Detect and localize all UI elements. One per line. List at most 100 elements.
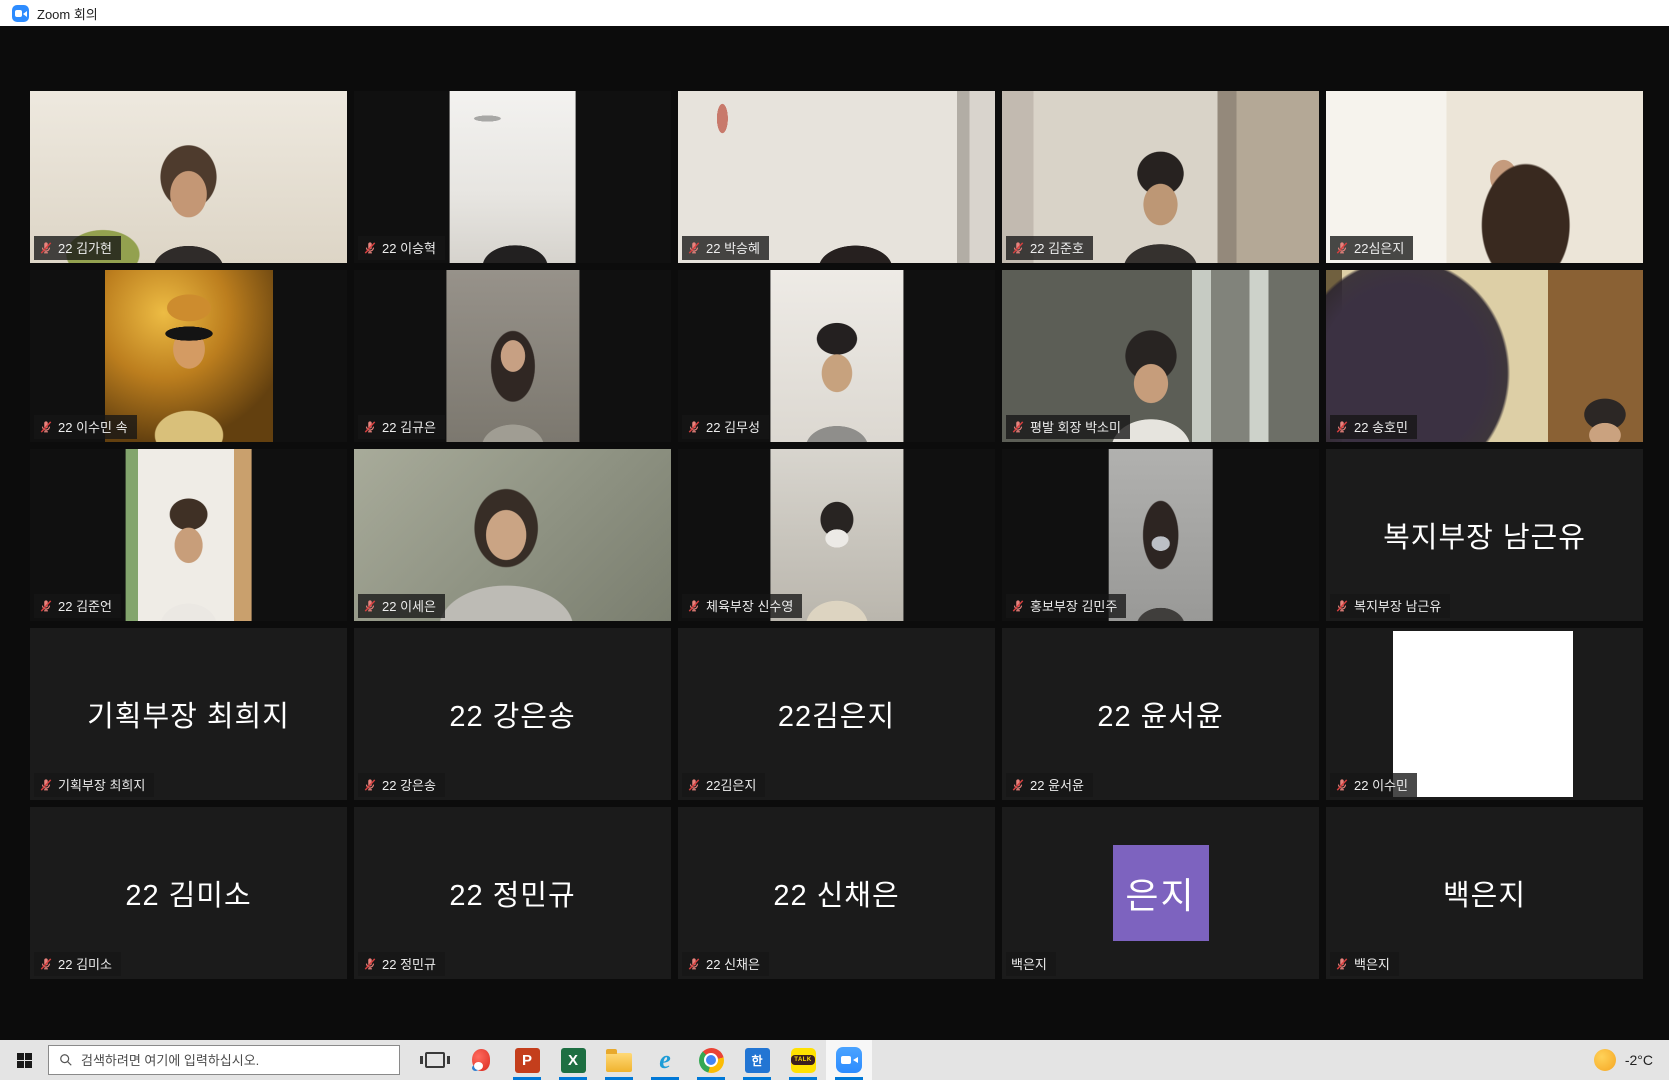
participant-tile[interactable]: 22 김무성	[678, 270, 995, 442]
mic-muted-icon	[687, 420, 701, 434]
participant-name-text: 22 이승혁	[382, 238, 436, 257]
mic-muted-icon	[39, 778, 53, 792]
participant-name-text: 22심은지	[1354, 238, 1404, 257]
participant-tile[interactable]: 체육부장 신수영	[678, 449, 995, 621]
avatar-initials: 은지	[1125, 867, 1195, 919]
participant-name-label: 22 김준호	[1006, 236, 1093, 260]
participant-tile[interactable]: 22 김규은	[354, 270, 671, 442]
participant-name-label: 22 신채은	[682, 952, 769, 976]
mic-muted-icon	[363, 957, 377, 971]
excel-icon: X	[561, 1048, 586, 1073]
taskbar-app-powerpoint[interactable]: P	[504, 1040, 550, 1080]
participant-name-label: 22 정민규	[358, 952, 445, 976]
taskbar-app-excel[interactable]: X	[550, 1040, 596, 1080]
participant-name-text: 22 송호민	[1354, 417, 1408, 436]
participant-tile[interactable]: 22 김준언	[30, 449, 347, 621]
participant-tile[interactable]: 22 정민규 22 정민규	[354, 807, 671, 979]
participant-name-label: 백은지	[1330, 952, 1399, 976]
mic-muted-icon	[1011, 599, 1025, 613]
participant-tile[interactable]: 은지 백은지	[1002, 807, 1319, 979]
taskbar: P X e 한 TALK -2°C	[0, 1040, 1669, 1080]
participant-name-label: 22 송호민	[1330, 415, 1417, 439]
mic-muted-icon	[39, 420, 53, 434]
taskbar-app-internet-explorer[interactable]: e	[642, 1040, 688, 1080]
participant-tile[interactable]: 22 김가현	[30, 91, 347, 263]
participant-tile[interactable]: 22 이세은	[354, 449, 671, 621]
participant-tile[interactable]: 평발 회장 박소미	[1002, 270, 1319, 442]
taskbar-app-file-explorer[interactable]	[596, 1040, 642, 1080]
participant-tile[interactable]: 22 김미소 22 김미소	[30, 807, 347, 979]
participant-tile[interactable]: 22 이수민 속	[30, 270, 347, 442]
participant-video	[125, 449, 252, 621]
participant-name-text: 백은지	[1011, 954, 1047, 973]
participant-name-label: 22 김규은	[358, 415, 445, 439]
participant-tile[interactable]: 22 송호민	[1326, 270, 1643, 442]
participant-tile[interactable]: 22김은지 22김은지	[678, 628, 995, 800]
mic-muted-icon	[1011, 241, 1025, 255]
participant-name-label: 22 이승혁	[358, 236, 445, 260]
participant-tile[interactable]: 22 이승혁	[354, 91, 671, 263]
taskbar-search-input[interactable]	[81, 1053, 389, 1068]
task-view-button[interactable]	[412, 1040, 458, 1080]
alsee-icon	[469, 1048, 493, 1072]
participant-name-text: 22 정민규	[382, 954, 436, 973]
taskbar-app-chrome[interactable]	[688, 1040, 734, 1080]
mic-muted-icon	[1335, 778, 1349, 792]
participant-tile[interactable]: 기획부장 최희지 기획부장 최희지	[30, 628, 347, 800]
mic-muted-icon	[363, 599, 377, 613]
participant-name-label: 22 박승혜	[682, 236, 769, 260]
taskbar-app-kakaotalk[interactable]: TALK	[780, 1040, 826, 1080]
powerpoint-icon: P	[515, 1048, 540, 1073]
mic-muted-icon	[39, 599, 53, 613]
file-explorer-icon	[606, 1053, 632, 1072]
taskbar-app-hwp[interactable]: 한	[734, 1040, 780, 1080]
chrome-icon	[699, 1048, 724, 1073]
participant-name-text: 22 김무성	[706, 417, 760, 436]
taskbar-app-zoom[interactable]	[826, 1040, 872, 1080]
mic-muted-icon	[1011, 420, 1025, 434]
mic-muted-icon	[687, 957, 701, 971]
taskbar-app-alsee[interactable]	[458, 1040, 504, 1080]
participant-name-label: 22 김무성	[682, 415, 769, 439]
weather-widget[interactable]: -2°C	[1594, 1040, 1669, 1080]
participant-name-text: 기획부장 최희지	[58, 775, 145, 794]
participant-tile[interactable]: 22 강은송 22 강은송	[354, 628, 671, 800]
participant-tile[interactable]: 22심은지	[1326, 91, 1643, 263]
white-video-area	[1393, 631, 1574, 797]
participant-name-text: 백은지	[1354, 954, 1390, 973]
mic-muted-icon	[1335, 420, 1349, 434]
participant-tile[interactable]: 홍보부장 김민주	[1002, 449, 1319, 621]
participant-tile[interactable]: 22 김준호	[1002, 91, 1319, 263]
hwp-icon: 한	[745, 1048, 770, 1073]
participant-name-label: 복지부장 남근유	[1330, 594, 1450, 618]
mic-muted-icon	[363, 778, 377, 792]
temperature-text: -2°C	[1625, 1052, 1653, 1068]
participant-tile[interactable]: 22 박승혜	[678, 91, 995, 263]
participant-tile[interactable]: 22 신채은 22 신채은	[678, 807, 995, 979]
taskbar-search[interactable]	[48, 1045, 400, 1075]
participant-name-label: 홍보부장 김민주	[1006, 594, 1126, 618]
task-view-icon	[425, 1052, 445, 1068]
mic-muted-icon	[39, 241, 53, 255]
participant-name-text: 22 윤서윤	[1030, 775, 1084, 794]
participant-grid: 22 김가현 22 이승혁 22 박승혜 22 김준호	[30, 91, 1643, 979]
participant-name-text: 22김은지	[706, 775, 756, 794]
participant-tile[interactable]: 22 이수민	[1326, 628, 1643, 800]
participant-tile[interactable]: 22 윤서윤 22 윤서윤	[1002, 628, 1319, 800]
participant-tile[interactable]: 복지부장 남근유 복지부장 남근유	[1326, 449, 1643, 621]
mic-muted-icon	[1335, 957, 1349, 971]
zoom-taskbar-icon	[836, 1047, 862, 1073]
sun-icon	[1594, 1049, 1616, 1071]
kakaotalk-icon: TALK	[791, 1048, 816, 1073]
participant-name-label: 22 김가현	[34, 236, 121, 260]
window-titlebar[interactable]: Zoom 회의	[0, 0, 1669, 26]
participant-name-label: 22김은지	[682, 773, 765, 797]
participant-name-text: 22 김준호	[1030, 238, 1084, 257]
kakaotalk-bubble-text: TALK	[791, 1055, 815, 1065]
participant-tile[interactable]: 백은지 백은지	[1326, 807, 1643, 979]
mic-muted-icon	[363, 241, 377, 255]
start-button[interactable]	[0, 1040, 48, 1080]
participant-name-label: 22 김미소	[34, 952, 121, 976]
mic-muted-icon	[363, 420, 377, 434]
participant-name-text: 체육부장 신수영	[706, 596, 793, 615]
